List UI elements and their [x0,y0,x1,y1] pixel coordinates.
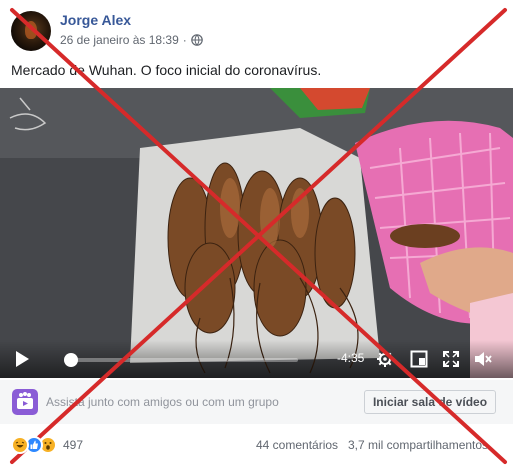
progress-bar[interactable] [64,353,298,367]
settings-icon[interactable] [376,350,394,368]
progress-knob[interactable] [64,353,78,367]
watch-party-bar: Assista junto com amigos ou com um grupo… [0,380,513,424]
volume-icon[interactable] [474,350,492,368]
watch-party-text: Assista junto com amigos ou com um grupo [46,395,279,409]
reaction-count: 497 [63,438,84,452]
post-meta: 26 de janeiro às 18:39 · [60,33,203,47]
post-caption: Mercado de Wuhan. O foco inicial do coro… [11,62,322,78]
author-name[interactable]: Jorge Alex [60,12,131,28]
reactions-summary[interactable]: 497 [11,436,83,454]
video-frame [0,88,513,378]
play-icon[interactable] [14,350,30,368]
expand-icon[interactable] [442,350,460,368]
haha-reaction-icon [11,436,29,454]
post-date[interactable]: 26 de janeiro às 18:39 [60,33,179,47]
video-player[interactable]: -4:35 [0,88,513,378]
globe-icon [190,34,203,46]
video-controls: -4:35 [0,340,513,378]
shares-count[interactable]: 3,7 mil compartilhamentos [348,438,488,452]
avatar[interactable] [11,11,51,51]
watch-party-icon [12,389,38,415]
start-watch-party-button[interactable]: Iniciar sala de vídeo [364,390,496,414]
comments-count[interactable]: 44 comentários [256,438,338,452]
time-remaining: -4:35 [337,351,365,365]
fullscreen-minimize-icon[interactable] [410,350,428,368]
facebook-post: Jorge Alex 26 de janeiro às 18:39 · Merc… [0,0,513,468]
